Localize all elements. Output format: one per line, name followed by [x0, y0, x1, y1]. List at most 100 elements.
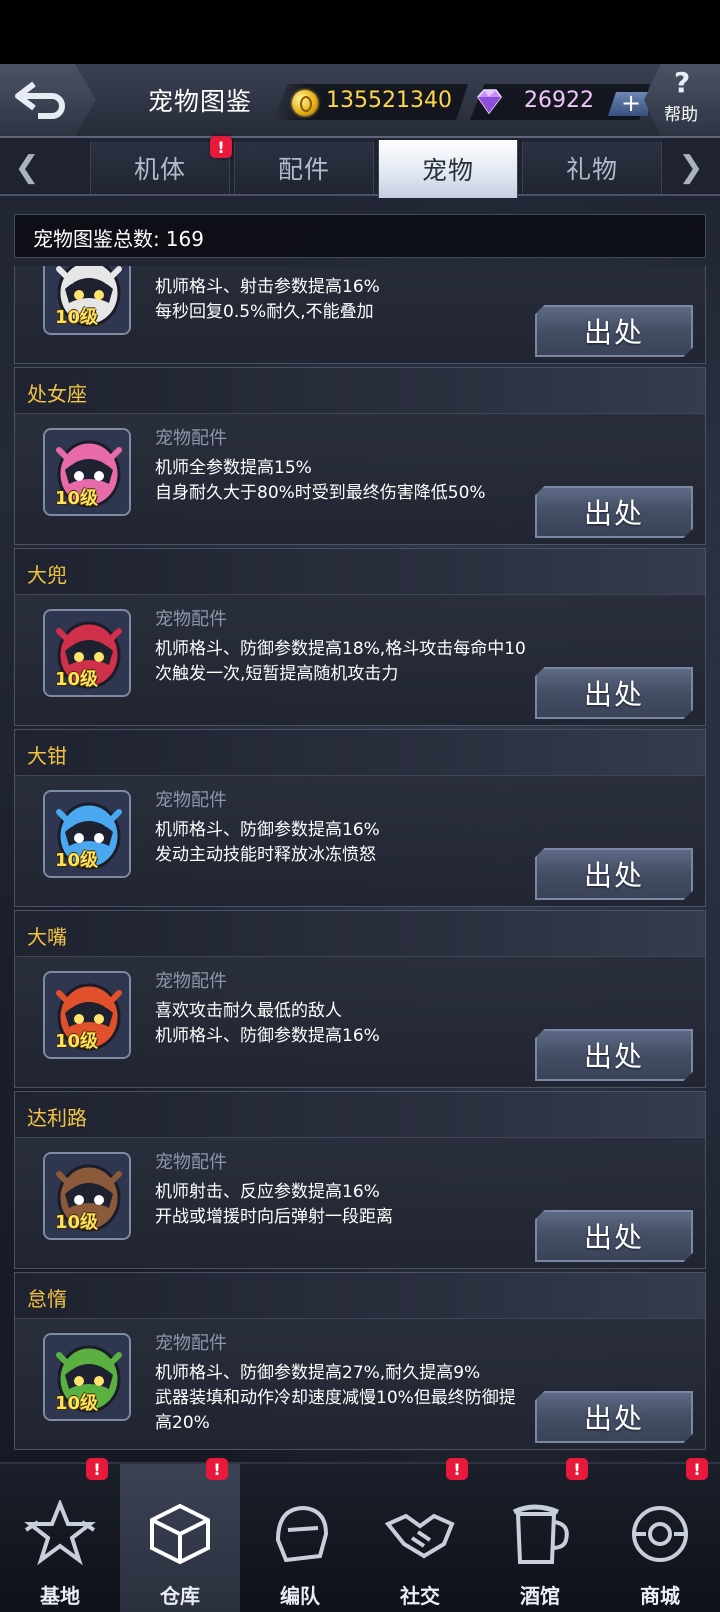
tab-gifts[interactable]: 礼物: [522, 142, 662, 194]
pet-description-line: 机师格斗、射击参数提高16%: [155, 277, 380, 297]
pet-card-body: 10级 宠物配件 机师射击、反应参数提高16% 开战或增援时向后弹射一段距离 出处: [15, 1138, 705, 1268]
nav-label: 商城: [640, 1584, 680, 1608]
source-button[interactable]: 出处: [535, 305, 693, 357]
pet-level: 10级: [55, 307, 99, 328]
nav-icon: [264, 1500, 336, 1568]
tab-mech[interactable]: 机体: [90, 142, 230, 194]
source-button[interactable]: 出处: [535, 848, 693, 900]
source-button[interactable]: 出处: [535, 1029, 693, 1081]
pet-level: 10级: [55, 1031, 99, 1052]
nav-label: 社交: [400, 1584, 440, 1608]
nav-icon: [504, 1500, 576, 1568]
pet-level: 10级: [55, 488, 99, 509]
pet-card-body: 10级 宠物配件 机师格斗、防御参数提高18%,格斗攻击每命中10次触发一次,短…: [15, 595, 705, 725]
pet-card-body: 10级 宠物配件 机师格斗、防御参数提高27%,耐久提高9% 武器装填和动作冷却速…: [15, 1319, 705, 1449]
pet-name: 达利路: [27, 1106, 87, 1130]
total-value: 169: [165, 227, 204, 251]
nav-label: 酒馆: [520, 1584, 560, 1608]
app-root: 宠物图鉴 135521340 26922 + ? 帮助 ❮ 机体 ! 配件 宠物…: [0, 0, 720, 1612]
pet-description: 喜欢攻击耐久最低的敌人机师格斗、防御参数提高16%: [155, 999, 527, 1049]
tab-pets[interactable]: 宠物: [378, 140, 518, 198]
back-arrow-icon: [15, 81, 65, 119]
pet-description-line: 发动主动技能时释放冰冻愤怒: [155, 845, 376, 865]
pet-description-line: 机师全参数提高15%: [155, 458, 312, 478]
nav-shop-button[interactable]: 商城!: [600, 1458, 720, 1612]
nav-alert-badge: !: [446, 1458, 468, 1480]
page-title: 宠物图鉴: [148, 87, 253, 116]
pet-card-header: 处女座: [15, 368, 705, 414]
pet-card: 大钳 10级 宠物配件 机师格斗、防御参数提高16% 发动主动技能时释放冰冻愤怒 …: [14, 729, 706, 907]
pet-card: 大嘴 10级 宠物配件 喜欢攻击耐久最低的敌人 机师格斗、防御参数提高16% 出处: [14, 910, 706, 1088]
tab-label: 配件: [277, 155, 330, 184]
pet-type: 宠物配件: [155, 428, 227, 449]
tab-parts[interactable]: 配件: [234, 142, 374, 194]
pet-description-line: 自身耐久大于80%时受到最终伤害降低50%: [155, 483, 486, 503]
pet-name: 怠惰: [27, 1287, 67, 1311]
nav-icon: [24, 1498, 96, 1568]
gold-coin-icon: [292, 90, 318, 116]
source-button[interactable]: 出处: [535, 486, 693, 538]
pet-list[interactable]: 10级 机师格斗、射击参数提高16% 每秒回复0.5%耐久,不能叠加 出处 处女座…: [14, 266, 706, 1462]
pet-level: 10级: [55, 1393, 99, 1414]
pet-total-count: 宠物图鉴总数: 169: [14, 214, 706, 258]
pet-card: 怠惰 10级 宠物配件 机师格斗、防御参数提高27%,耐久提高9% 武器装填和动作…: [14, 1272, 706, 1450]
nav-tavern-button[interactable]: 酒馆!: [480, 1458, 600, 1612]
pet-description-line: 喜欢攻击耐久最低的敌人: [155, 1001, 342, 1021]
social-handshake-icon: [384, 1513, 455, 1559]
warehouse-cube-icon: [150, 1503, 210, 1565]
nav-warehouse-button[interactable]: 仓库!: [120, 1458, 240, 1612]
question-icon: ?: [674, 66, 691, 99]
status-bar: [0, 0, 720, 64]
pet-card-header: 达利路: [15, 1092, 705, 1138]
source-button[interactable]: 出处: [535, 1391, 693, 1443]
nav-label: 仓库: [160, 1584, 200, 1608]
back-button[interactable]: [0, 64, 96, 136]
tavern-mug-icon: [512, 1504, 569, 1564]
pet-description-line: 机师格斗、防御参数提高16%: [155, 820, 380, 840]
nav-icon: [384, 1500, 456, 1568]
nav-icon: [624, 1500, 696, 1568]
pet-description: 机师格斗、射击参数提高16% 每秒回复0.5%耐久,不能叠加: [155, 275, 527, 325]
source-button[interactable]: 出处: [535, 1210, 693, 1262]
formation-helmet-icon: [275, 1505, 329, 1563]
pet-description-line: 机师射击、反应参数提高16%: [155, 1182, 380, 1202]
nav-base-button[interactable]: 基地!: [0, 1458, 120, 1612]
pet-card-header: 怠惰: [15, 1273, 705, 1319]
tab-label: 宠物: [421, 156, 474, 185]
gold-value: 135521340: [326, 88, 452, 113]
nav-label: 编队: [280, 1584, 320, 1608]
tab-left-arrow-icon[interactable]: ❮: [0, 140, 54, 194]
diamond-icon: [477, 89, 502, 115]
pet-card-header: 大钳: [15, 730, 705, 776]
tab-label: 机体: [133, 155, 186, 184]
tab-right-arrow-icon[interactable]: ❯: [664, 140, 718, 194]
top-bar: 宠物图鉴 135521340 26922 + ? 帮助: [0, 64, 720, 138]
pet-type: 宠物配件: [155, 1152, 227, 1173]
pet-description-line: 每秒回复0.5%耐久,不能叠加: [155, 302, 374, 322]
pet-description-line: 机师格斗、防御参数提高27%,耐久提高9%: [155, 1363, 481, 1383]
pet-card-body: 10级 宠物配件 喜欢攻击耐久最低的敌人机师格斗、防御参数提高16% 出处: [15, 957, 705, 1087]
nav-formation-button[interactable]: 编队: [240, 1464, 360, 1612]
pet-card-body: 10级 宠物配件 机师格斗、防御参数提高16% 发动主动技能时释放冰冻愤怒 出处: [15, 776, 705, 906]
shop-orb-icon: [632, 1506, 688, 1562]
pet-description: 机师格斗、防御参数提高18%,格斗攻击每命中10次触发一次,短暂提高随机攻击力: [155, 637, 527, 687]
gem-value: 26922: [524, 88, 594, 113]
pet-type: 宠物配件: [155, 971, 227, 992]
pet-card: 10级 机师格斗、射击参数提高16% 每秒回复0.5%耐久,不能叠加 出处: [14, 266, 706, 364]
bottom-nav: 基地! 仓库! 编队 社交! 酒馆! 商城!: [0, 1458, 720, 1612]
help-button[interactable]: ? 帮助: [644, 64, 720, 136]
pet-card-header: 大兜: [15, 549, 705, 595]
source-button[interactable]: 出处: [535, 667, 693, 719]
nav-social-button[interactable]: 社交!: [360, 1458, 480, 1612]
pet-description: 机师射击、反应参数提高16% 开战或增援时向后弹射一段距离: [155, 1180, 527, 1230]
pet-card: 达利路 10级 宠物配件 机师射击、反应参数提高16% 开战或增援时向后弹射一段距…: [14, 1091, 706, 1269]
pet-description: 机师格斗、防御参数提高16% 发动主动技能时释放冰冻愤怒: [155, 818, 527, 868]
pet-name: 处女座: [27, 382, 87, 406]
nav-alert-badge: !: [86, 1458, 108, 1480]
pet-description: 机师格斗、防御参数提高27%,耐久提高9% 武器装填和动作冷却速度减慢10%但最终…: [155, 1361, 527, 1436]
pet-description-line: 开战或增援时向后弹射一段距离: [155, 1207, 393, 1227]
pet-description-line: 机师格斗、防御参数提高16%: [155, 1026, 380, 1046]
pet-level: 10级: [55, 669, 99, 690]
tab-label: 礼物: [565, 155, 618, 184]
pet-name: 大钳: [27, 744, 67, 768]
